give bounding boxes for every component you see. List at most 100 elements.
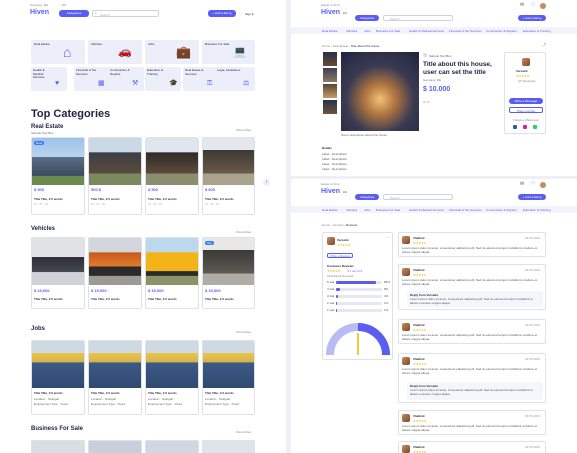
- category-business[interactable]: Business For Sale 💻: [202, 40, 255, 64]
- location-text[interactable]: Germany, DE: [30, 3, 48, 7]
- nav-item[interactable]: Vehicles: [346, 29, 357, 33]
- add-listing-button[interactable]: + Add a listing: [518, 15, 546, 21]
- listing-main-image[interactable]: [341, 52, 419, 131]
- whatsapp-icon[interactable]: [533, 125, 537, 129]
- nav-item[interactable]: Real Estate: [322, 29, 338, 33]
- listing-card[interactable]: 500 $ Title Title, 2-5 words ▭ · ▭ · ▭: [88, 137, 142, 215]
- category-legal[interactable]: Legal, Assistance ⚖: [215, 67, 255, 91]
- listing-card[interactable]: $ 15,000 Title Title, 2-5 words: [88, 237, 142, 309]
- reviewer-name[interactable]: Vladimir: [413, 236, 425, 240]
- job-card[interactable]: Title Title, 2-5 words Location · Stuttg…: [31, 340, 85, 415]
- thumbnail[interactable]: [323, 52, 337, 66]
- categories-button[interactable]: Categories: [59, 10, 89, 17]
- category-label: Jobs: [148, 42, 155, 46]
- seller-reviews[interactable]: (27 Reviews): [518, 79, 536, 83]
- logo[interactable]: Hiven: [30, 9, 49, 16]
- message-icon[interactable]: ✉: [520, 182, 524, 187]
- nav-item[interactable]: Real Estate: [322, 208, 338, 212]
- category-financial[interactable]: Financial & Tax Services ▦: [74, 67, 110, 91]
- add-listing-button[interactable]: + Add a listing: [518, 194, 546, 200]
- listing-card[interactable]: $ 15,000 Title Title, 2-5 words: [145, 237, 199, 309]
- breadcrumb-item[interactable]: Real Estate: [333, 44, 349, 48]
- listing-card[interactable]: $ 500 Title Title, 2-5 words ▭ · ▭ · ▭: [145, 137, 199, 215]
- category-vehicles[interactable]: Vehicles 🚗: [88, 40, 142, 64]
- share-icon[interactable]: ⤴: [542, 43, 546, 47]
- facebook-icon[interactable]: [513, 125, 517, 129]
- more-icon[interactable]: ⋯: [386, 236, 390, 240]
- instagram-icon[interactable]: [523, 125, 527, 129]
- category-education[interactable]: Education & Training 🎓: [145, 67, 181, 91]
- seller-name[interactable]: Versaini: [337, 238, 349, 242]
- lang-select[interactable]: EN: [343, 11, 347, 15]
- job-card[interactable]: Title Title, 2-5 words Location · Stuttg…: [202, 340, 255, 415]
- breadcrumb-item[interactable]: Home: [322, 44, 330, 48]
- nav-item[interactable]: Jobs: [364, 208, 370, 212]
- nav-item[interactable]: Construction & Repairs: [486, 29, 517, 33]
- breadcrumb-item[interactable]: Home: [322, 223, 330, 227]
- nav-item[interactable]: Business For Sale: [376, 29, 400, 33]
- heart-icon[interactable]: ♡: [531, 3, 535, 8]
- reviewer-name[interactable]: Vladimir: [413, 323, 425, 327]
- see-more-link[interactable]: Show More: [236, 230, 251, 234]
- search-input[interactable]: ⌕ Search: [92, 10, 159, 17]
- listing-card[interactable]: $ 600 Title Title, 2-5 words ▭ · ▭ · ▭: [202, 137, 255, 215]
- listing-card[interactable]: New $ 500 Title Title, 2-5 words ▭ · ▭ ·…: [31, 137, 85, 215]
- reviewer-name[interactable]: Vladimir: [413, 445, 425, 449]
- category-real-estate[interactable]: Real Estate ⌂: [31, 40, 85, 64]
- message-icon[interactable]: ✉: [520, 3, 524, 8]
- listing-card[interactable]: $ 15,000 Title Title, 2-5 words: [31, 237, 85, 309]
- category-jobs[interactable]: Jobs 💼: [145, 40, 199, 64]
- job-type: Employment Type · Fixed: [148, 402, 182, 406]
- see-more-link[interactable]: Show More: [236, 430, 251, 434]
- categories-button[interactable]: Categories: [355, 15, 379, 21]
- seller-name[interactable]: Versaini: [516, 69, 528, 73]
- chevron-right-icon[interactable]: ›: [263, 179, 270, 186]
- thumbnail[interactable]: [323, 68, 337, 82]
- see-more-link[interactable]: Show More: [236, 330, 251, 334]
- nav-item[interactable]: Education & Training: [523, 208, 551, 212]
- listing-card[interactable]: [31, 440, 85, 453]
- write-message-button[interactable]: Write a Message: [509, 98, 543, 104]
- heart-icon[interactable]: ♡: [531, 182, 535, 187]
- nav-item[interactable]: Business For Sale: [376, 208, 400, 212]
- write-review-button[interactable]: Write a Review: [327, 253, 353, 258]
- listing-card[interactable]: Top $ 15,500 Title Title, 2-5 words: [202, 237, 255, 309]
- avatar[interactable]: [540, 182, 546, 188]
- category-health[interactable]: Health & Medical Services ♥: [31, 67, 67, 91]
- lang-select[interactable]: EN: [343, 190, 347, 194]
- nav-item[interactable]: Education & Training: [523, 29, 551, 33]
- reviewer-name[interactable]: Vladimir: [413, 357, 425, 361]
- see-more-link[interactable]: Show More: [236, 128, 251, 132]
- thumbnail[interactable]: [323, 84, 337, 98]
- nav-item[interactable]: Financial & Tax Services: [449, 208, 482, 212]
- listing-card[interactable]: [145, 440, 199, 453]
- categories-button[interactable]: Categories: [355, 194, 379, 200]
- show-number-button[interactable]: Show number: [509, 107, 543, 113]
- nav-item[interactable]: Construction & Repairs: [486, 208, 517, 212]
- job-card[interactable]: Title Title, 2-5 words Location · Stuttg…: [145, 340, 199, 415]
- logo[interactable]: Hiven: [321, 9, 340, 16]
- review-stars: ★★★★★: [413, 273, 427, 277]
- search-input[interactable]: Search: [383, 15, 453, 21]
- calculator-icon: ▦: [98, 80, 105, 87]
- add-listing-button[interactable]: + Add a listing: [208, 10, 236, 17]
- avatar[interactable]: [540, 3, 546, 9]
- nav-item[interactable]: Jobs: [364, 29, 370, 33]
- nav-item[interactable]: Financial & Tax Services: [449, 29, 482, 33]
- nav-item[interactable]: Health & Medical Services: [409, 29, 444, 33]
- search-input[interactable]: Search: [383, 194, 453, 200]
- category-construction[interactable]: Construction & Repairs ⚒: [108, 67, 144, 91]
- category-real-estate-services[interactable]: Real Estate & Services ⚿: [183, 67, 219, 91]
- reviewer-name[interactable]: Vladimir: [413, 414, 425, 418]
- breadcrumb-item[interactable]: Versaini: [333, 223, 344, 227]
- listing-card[interactable]: [88, 440, 142, 453]
- nav-item[interactable]: Health & Medical Services: [409, 208, 444, 212]
- logo[interactable]: Hiven: [321, 188, 340, 195]
- lang-select[interactable]: EN: [62, 3, 66, 7]
- signin-link[interactable]: Sign in: [245, 12, 254, 16]
- reviewer-name[interactable]: Vladimir: [413, 268, 425, 272]
- nav-item[interactable]: Vehicles: [346, 208, 357, 212]
- thumbnail[interactable]: [323, 100, 337, 114]
- listing-card[interactable]: [202, 440, 255, 453]
- job-card[interactable]: Title Title, 2-5 words Location · Stuttg…: [88, 340, 142, 415]
